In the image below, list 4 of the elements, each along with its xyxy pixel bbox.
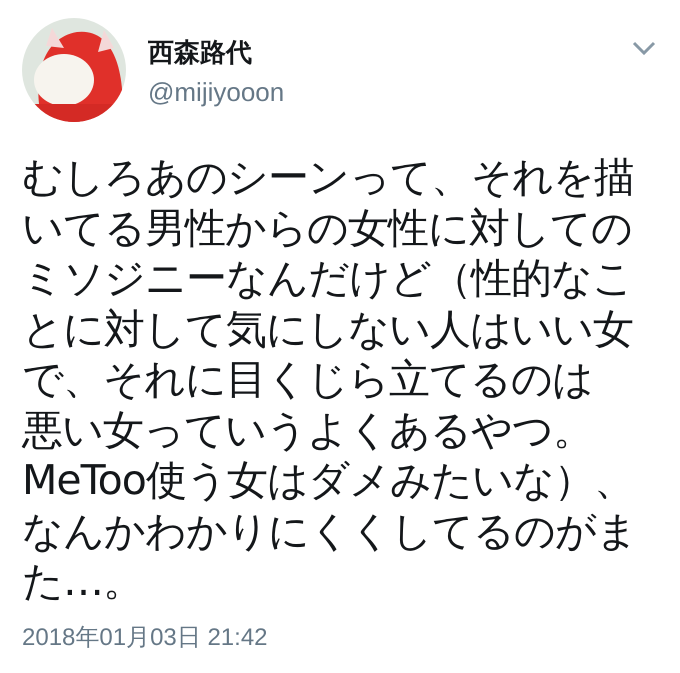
timestamp: 2018年01月03日 21:42 [22, 622, 268, 652]
tweet-text: むしろあのシーンって、それを描 いてる男性からの女性に対しての ミソジニーなんだけど（性的なこ とに対して気にしない人はいい女 で、それに目くじら立てるのは 悪い女っていうよくあるやつ。 MeToo使う女はダメみたいな）、 なんかわかりにくくしてるのがま た…。 [22, 152, 638, 606]
display-name: 西森路代 [148, 36, 253, 68]
user-handle: @mijiyooon [148, 76, 286, 108]
